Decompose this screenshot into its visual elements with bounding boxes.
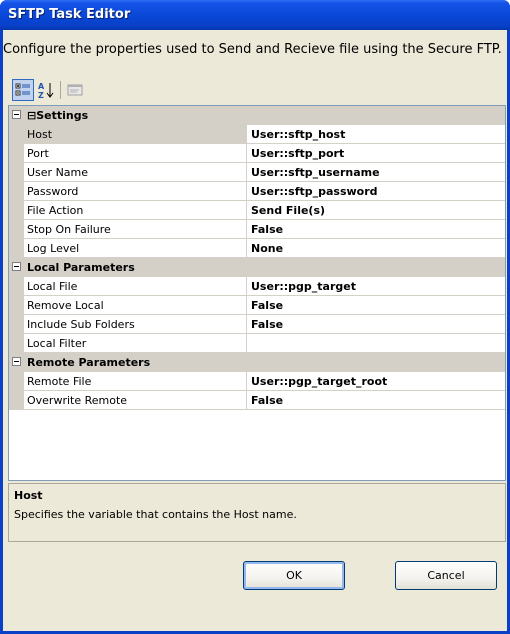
property-pages-button[interactable] — [64, 79, 86, 101]
property-name[interactable]: User Name — [24, 163, 247, 182]
category-local-parameters[interactable]: Local Parameters — [9, 258, 505, 277]
property-row-port[interactable]: Port User::sftp_port — [9, 144, 505, 163]
alphabetical-button[interactable]: A Z — [35, 79, 57, 101]
property-row-log-level[interactable]: Log Level None — [9, 239, 505, 258]
sort-alpha-icon: A Z — [38, 82, 54, 99]
property-value[interactable]: User::sftp_port — [247, 144, 505, 163]
property-name[interactable]: Remote File — [24, 372, 247, 391]
property-row-file-action[interactable]: File Action Send File(s) — [9, 201, 505, 220]
help-text: Specifies the variable that contains the… — [14, 508, 297, 521]
categorized-button[interactable] — [12, 79, 34, 101]
property-value[interactable]: User::pgp_target_root — [247, 372, 505, 391]
property-pages-icon — [67, 84, 83, 96]
property-name[interactable]: Local File — [24, 277, 247, 296]
categorized-icon — [15, 83, 30, 96]
category-label: Remote Parameters — [27, 356, 151, 369]
category-settings[interactable]: ⊟Settings — [9, 106, 505, 125]
dialog-description: Configure the properties used to Send an… — [3, 42, 502, 57]
property-row-remote-file[interactable]: Remote File User::pgp_target_root — [9, 372, 505, 391]
collapse-icon[interactable] — [12, 110, 21, 119]
property-row-local-file[interactable]: Local File User::pgp_target — [9, 277, 505, 296]
property-value[interactable]: False — [247, 220, 505, 239]
property-row-overwrite-remote[interactable]: Overwrite Remote False — [9, 391, 505, 410]
property-value[interactable] — [247, 334, 505, 353]
title-bar[interactable]: SFTP Task Editor — [0, 0, 510, 30]
property-grid: ⊟Settings Host User::sftp_host Port User… — [8, 105, 506, 481]
property-grid-toolbar: A Z — [8, 79, 108, 103]
svg-text:A: A — [38, 82, 45, 91]
property-name[interactable]: File Action — [24, 201, 247, 220]
property-value[interactable]: False — [247, 315, 505, 334]
svg-text:Z: Z — [38, 91, 44, 99]
property-name[interactable]: Remove Local — [24, 296, 247, 315]
property-name[interactable]: Host — [24, 125, 247, 144]
property-name[interactable]: Port — [24, 144, 247, 163]
help-title: Host — [14, 489, 43, 502]
toolbar-separator — [60, 81, 61, 99]
category-label: Local Parameters — [27, 261, 135, 274]
property-value[interactable]: Send File(s) — [247, 201, 505, 220]
property-value[interactable]: None — [247, 239, 505, 258]
ok-button[interactable]: OK — [243, 561, 345, 590]
property-row-stop-on-failure[interactable]: Stop On Failure False — [9, 220, 505, 239]
property-value[interactable]: User::sftp_username — [247, 163, 505, 182]
property-row-remove-local[interactable]: Remove Local False — [9, 296, 505, 315]
property-name[interactable]: Password — [24, 182, 247, 201]
category-remote-parameters[interactable]: Remote Parameters — [9, 353, 505, 372]
sftp-task-editor-window: SFTP Task Editor Configure the propertie… — [0, 0, 510, 634]
property-value[interactable]: User::sftp_password — [247, 182, 505, 201]
collapse-icon[interactable] — [12, 262, 21, 271]
property-row-user-name[interactable]: User Name User::sftp_username — [9, 163, 505, 182]
property-value[interactable]: User::pgp_target — [247, 277, 505, 296]
property-row-password[interactable]: Password User::sftp_password — [9, 182, 505, 201]
cancel-button[interactable]: Cancel — [395, 561, 497, 590]
property-name[interactable]: Log Level — [24, 239, 247, 258]
window-title: SFTP Task Editor — [8, 7, 131, 22]
property-name[interactable]: Include Sub Folders — [24, 315, 247, 334]
help-panel: Host Specifies the variable that contain… — [8, 483, 506, 542]
property-name[interactable]: Local Filter — [24, 334, 247, 353]
property-value[interactable]: False — [247, 391, 505, 410]
collapse-icon[interactable] — [12, 357, 21, 366]
property-row-include-sub-folders[interactable]: Include Sub Folders False — [9, 315, 505, 334]
property-value[interactable]: User::sftp_host — [247, 125, 505, 144]
property-row-host[interactable]: Host User::sftp_host — [9, 125, 505, 144]
property-name[interactable]: Overwrite Remote — [24, 391, 247, 410]
property-name[interactable]: Stop On Failure — [24, 220, 247, 239]
category-label: ⊟Settings — [27, 109, 89, 122]
property-value[interactable]: False — [247, 296, 505, 315]
property-row-local-filter[interactable]: Local Filter — [9, 334, 505, 353]
